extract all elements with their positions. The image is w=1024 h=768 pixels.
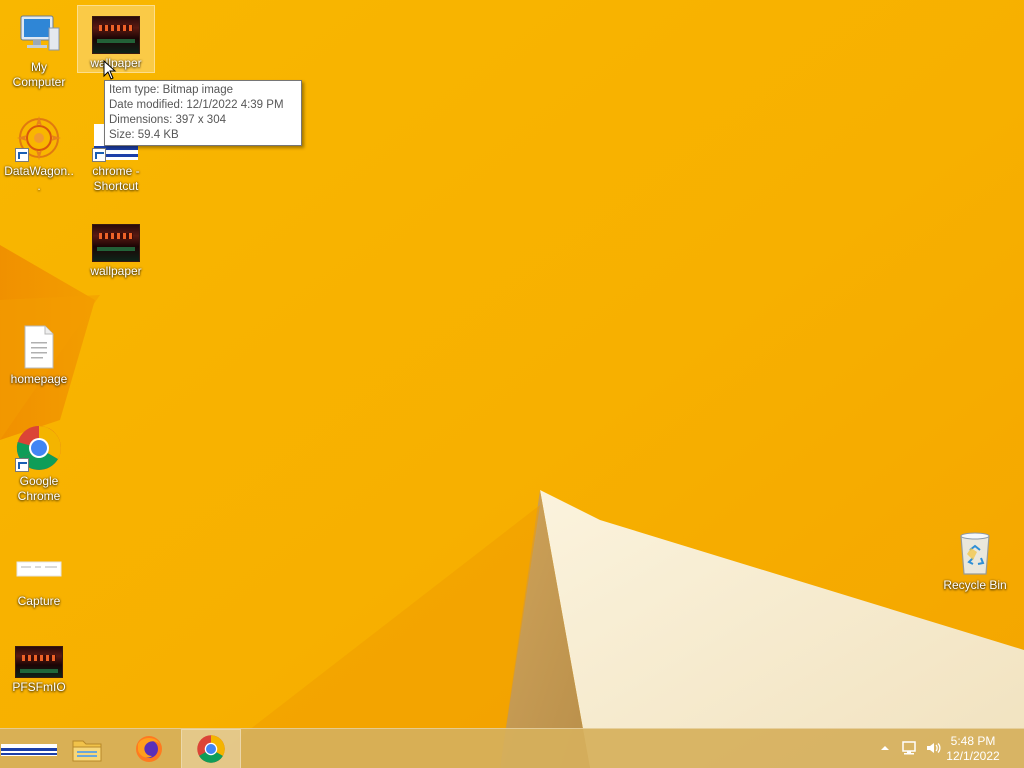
icon-label: My Computer (12, 60, 66, 89)
icon-label: wallpaper (90, 264, 142, 278)
tooltip-item-type: Item type: Bitmap image (109, 84, 233, 96)
shortcut-arrow-icon (92, 148, 106, 162)
chrome-icon (197, 735, 225, 763)
datawagon-icon (15, 114, 63, 162)
desktop-icon-my-computer[interactable]: My Computer (1, 6, 77, 90)
network-icon (902, 741, 916, 755)
show-hidden-icons-button[interactable] (876, 739, 894, 757)
bitmap-thumbnail-icon (15, 646, 63, 678)
computer-icon (15, 10, 63, 58)
bitmap-thumbnail-icon (92, 224, 140, 262)
system-tray: 5:48 PM 12/1/2022 (864, 729, 1024, 768)
desktop-icon-pfsfmio[interactable]: PFSFmIO (1, 634, 77, 695)
recycle-bin-icon (951, 528, 999, 576)
icon-label: Google Chrome (17, 474, 61, 503)
taskbar-clock[interactable]: 5:48 PM 12/1/2022 (938, 734, 1008, 764)
icon-label: DataWagon... (4, 164, 74, 193)
firefox-icon (136, 736, 162, 762)
desktop-icon-datawagon[interactable]: DataWagon... (1, 110, 77, 194)
taskbar-app-window-button[interactable] (0, 730, 58, 768)
desktop: My Computer wallpaper DataWagon... chrom… (0, 0, 1024, 768)
tooltip-dimensions: Dimensions: 397 x 304 (109, 114, 226, 126)
icon-label: chrome - Shortcut (92, 164, 140, 193)
tooltip-date-modified: Date modified: 12/1/2022 4:39 PM (109, 99, 284, 111)
clock-time: 5:48 PM (950, 734, 996, 748)
mouse-cursor-icon (103, 60, 117, 80)
desktop-icon-google-chrome[interactable]: Google Chrome (1, 420, 77, 504)
taskbar-firefox-button[interactable] (120, 730, 178, 768)
chevron-up-icon (881, 746, 889, 750)
chrome-icon (15, 424, 63, 472)
shortcut-arrow-icon (15, 148, 29, 162)
folder-icon (72, 740, 102, 762)
taskbar-file-explorer-button[interactable] (58, 730, 116, 768)
shortcut-arrow-icon (15, 458, 29, 472)
network-status-button[interactable] (900, 739, 918, 757)
desktop-icon-homepage[interactable]: homepage (1, 318, 77, 387)
icon-label: PFSFmIO (12, 680, 66, 694)
text-document-icon (15, 322, 63, 370)
bitmap-thumbnail-icon (92, 16, 140, 54)
file-info-tooltip: Item type: Bitmap image Date modified: 1… (104, 80, 302, 146)
taskbar: 5:48 PM 12/1/2022 (0, 728, 1024, 768)
icon-label: Recycle Bin (943, 578, 1007, 592)
image-thumbnail-icon (15, 544, 63, 592)
desktop-icon-recycle-bin[interactable]: Recycle Bin (937, 524, 1013, 593)
tooltip-size: Size: 59.4 KB (109, 129, 179, 141)
icon-label: homepage (10, 372, 68, 386)
clock-date: 12/1/2022 (946, 749, 1000, 763)
app-window-icon (1, 744, 57, 756)
taskbar-chrome-button[interactable] (181, 729, 241, 768)
desktop-icon-capture[interactable]: Capture (1, 540, 77, 609)
desktop-icon-wallpaper[interactable]: wallpaper (78, 214, 154, 279)
icon-label: Capture (17, 594, 61, 608)
